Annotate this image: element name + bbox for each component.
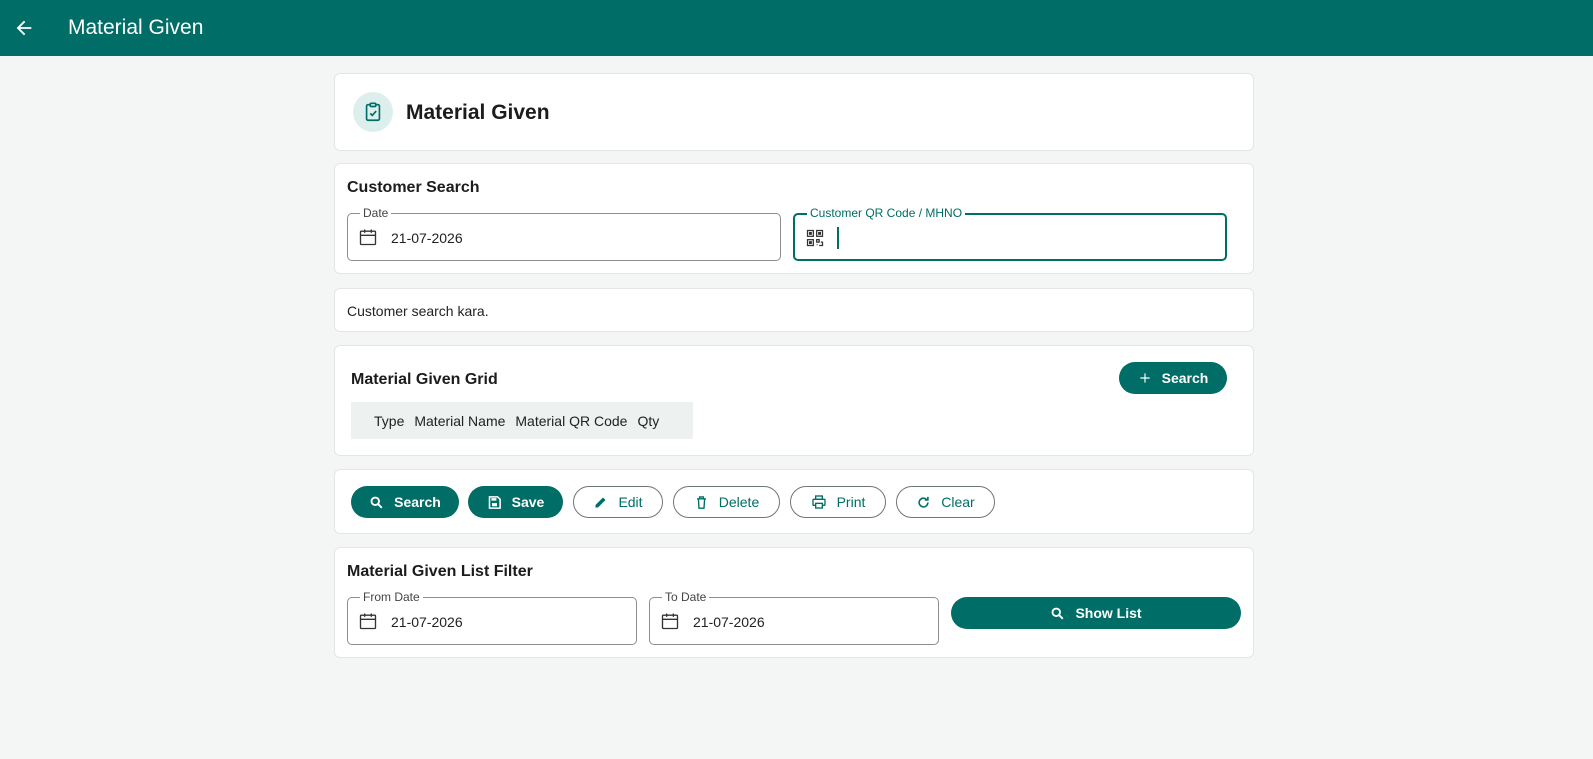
app-bar: Material Given (0, 0, 1593, 56)
filter-title: Material Given List Filter (347, 563, 533, 580)
column-header-material-name: Material Name (414, 412, 506, 429)
to-date-value: 21-07-2026 (693, 614, 765, 630)
delete-button[interactable]: Delete (673, 486, 780, 518)
show-list-label: Show List (1075, 605, 1142, 621)
app-bar-title: Material Given (68, 16, 204, 39)
save-icon (488, 495, 501, 509)
customer-qr-input[interactable] (835, 225, 1215, 251)
clipboard-check-icon (353, 92, 393, 132)
search-button[interactable]: Search (351, 486, 459, 518)
status-message: Customer search kara. (347, 303, 489, 319)
grid-search-label: Search (1161, 370, 1209, 386)
customer-search-card: Customer Search Date 21-07-2026 Customer… (334, 163, 1254, 274)
customer-qr-field[interactable]: Customer QR Code / MHNO (793, 206, 1227, 261)
show-list-button[interactable]: Show List (951, 597, 1241, 629)
message-card: Customer search kara. (334, 288, 1254, 332)
edit-label: Edit (618, 494, 643, 510)
clear-button[interactable]: Clear (896, 486, 995, 518)
calendar-icon[interactable] (659, 610, 681, 632)
print-label: Print (836, 494, 866, 510)
calendar-icon[interactable] (357, 226, 379, 248)
refresh-icon (918, 496, 929, 508)
customer-qr-label: Customer QR Code / MHNO (807, 206, 966, 220)
calendar-icon[interactable] (357, 610, 379, 632)
qr-code-icon[interactable] (804, 227, 826, 249)
date-label: Date (360, 206, 392, 220)
column-header-material-qr-code: Material QR Code (515, 412, 628, 429)
search-icon (1052, 607, 1064, 619)
column-header-type: Type (374, 412, 405, 429)
search-icon (370, 496, 383, 508)
material-grid-card: Material Given Grid Search Type Material… (334, 345, 1254, 456)
from-date-label: From Date (360, 590, 423, 604)
column-header-qty: Qty (637, 412, 660, 429)
search-label: Search (394, 494, 441, 510)
page-title: Material Given (406, 101, 550, 124)
header-card: Material Given (334, 73, 1254, 151)
plus-icon (1139, 373, 1150, 383)
list-filter-card: Material Given List Filter From Date 21-… (334, 547, 1254, 658)
from-date-field[interactable]: From Date 21-07-2026 (347, 590, 637, 645)
pencil-icon (595, 497, 606, 507)
customer-search-title: Customer Search (347, 179, 480, 196)
arrow-left-icon (16, 20, 32, 36)
trash-icon (696, 495, 706, 509)
grid-search-button[interactable]: Search (1119, 362, 1227, 394)
grid-header-row: Type Material Name Material QR Code Qty (351, 402, 693, 439)
save-label: Save (511, 494, 545, 510)
grid-title: Material Given Grid (351, 371, 498, 388)
date-value: 21-07-2026 (391, 230, 463, 246)
print-button[interactable]: Print (790, 486, 886, 518)
actions-card: Search Save Edit Delete Print Clear (334, 469, 1254, 534)
printer-icon (811, 495, 826, 509)
clear-label: Clear (941, 494, 975, 510)
date-field[interactable]: Date 21-07-2026 (347, 206, 781, 261)
delete-label: Delete (718, 494, 760, 510)
to-date-field[interactable]: To Date 21-07-2026 (649, 590, 939, 645)
save-button[interactable]: Save (468, 486, 563, 518)
from-date-value: 21-07-2026 (391, 614, 463, 630)
to-date-label: To Date (662, 590, 710, 604)
back-button[interactable] (2, 6, 46, 50)
edit-button[interactable]: Edit (573, 486, 663, 518)
